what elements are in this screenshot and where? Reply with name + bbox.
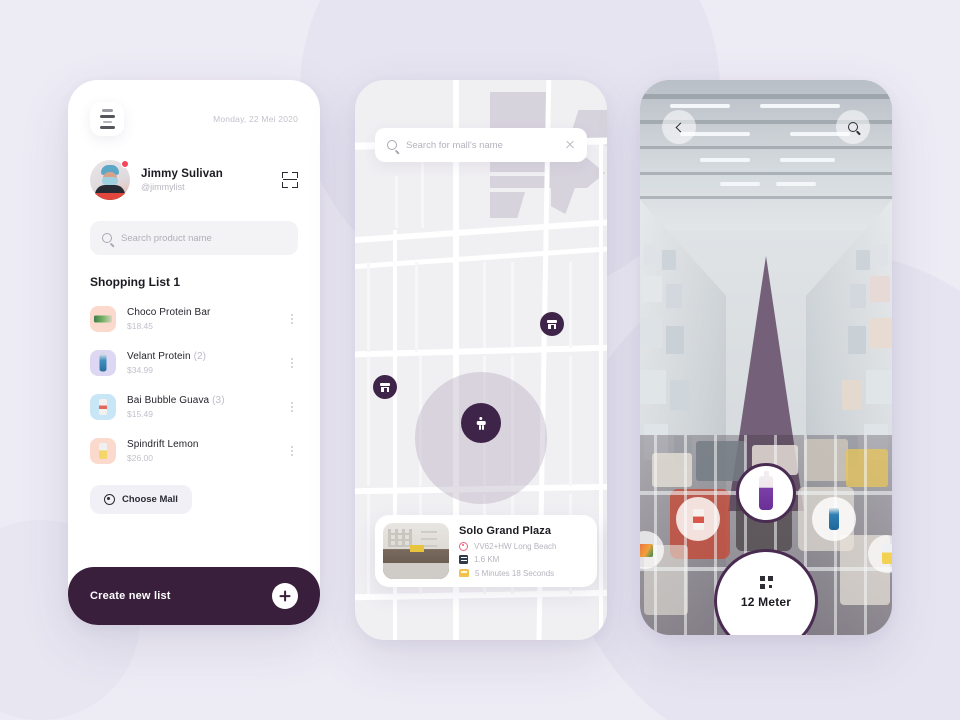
page-title: Shopping List 1	[90, 275, 180, 289]
ar-direction-chevron	[736, 332, 796, 354]
product-bubble-left[interactable]	[676, 497, 720, 541]
item-options-button[interactable]	[286, 357, 298, 369]
map-search-input[interactable]: Search for mall's name	[375, 128, 587, 162]
product-name: Spindrift Lemon	[127, 439, 199, 450]
product-thumbnail	[90, 438, 116, 464]
mall-photo	[383, 523, 449, 579]
status-dot	[121, 160, 129, 168]
list-item[interactable]: Choco Protein Bar $18.45	[90, 297, 298, 341]
ar-search-button[interactable]	[836, 110, 870, 144]
mall-duration: 5 Minutes 18 Seconds	[475, 568, 555, 578]
product-thumbnail	[90, 394, 116, 420]
product-price: $15.49	[127, 409, 153, 419]
product-name: Choco Protein Bar	[127, 307, 211, 318]
create-new-list-label: Create new list	[90, 590, 171, 602]
item-options-button[interactable]	[286, 313, 298, 325]
product-qty: (3)	[212, 395, 225, 406]
hamburger-menu-icon[interactable]	[90, 102, 124, 136]
search-icon	[102, 233, 112, 243]
location-icon	[459, 541, 468, 551]
user-name: Jimmy Sulivan	[141, 168, 223, 180]
product-name: Velant Protein	[127, 351, 191, 362]
list-item[interactable]: Spindrift Lemon $26.00	[90, 429, 298, 473]
map-canvas[interactable]: Search for mall's name Solo Grand Plaza …	[355, 80, 607, 640]
choose-mall-label: Choose Mall	[122, 494, 178, 505]
search-icon	[387, 140, 397, 150]
user-profile[interactable]: Jimmy Sulivan @jimmylist	[90, 160, 298, 200]
store-pin[interactable]	[540, 312, 564, 342]
route-icon	[459, 555, 468, 564]
distance-value: 12 Meter	[740, 595, 792, 609]
map-search-placeholder: Search for mall's name	[406, 139, 503, 151]
chevron-left-icon	[675, 122, 686, 132]
product-thumbnail	[90, 350, 116, 376]
search-placeholder: Search product name	[121, 232, 212, 244]
phone-shopping-list: Monday, 22 Mei 2020 Jimmy Sulivan @jimmy…	[68, 80, 320, 625]
create-new-list-bar[interactable]: Create new list	[68, 567, 320, 625]
product-qty: (2)	[193, 351, 207, 362]
list-header: Monday, 22 Mei 2020	[90, 102, 298, 136]
avatar[interactable]	[90, 160, 130, 200]
mall-name: Solo Grand Plaza	[459, 525, 552, 537]
ar-camera-view: 12 Meter	[640, 80, 892, 635]
choose-mall-button[interactable]: Choose Mall	[90, 485, 192, 514]
mall-distance: 1.6 KM	[474, 555, 500, 564]
scan-cart-icon	[759, 576, 773, 589]
mall-address: VV62+HW Long Beach	[474, 541, 557, 551]
search-input[interactable]: Search product name	[90, 221, 298, 255]
ar-direction-chevron	[724, 400, 808, 430]
main-product-bubble[interactable]	[736, 463, 796, 523]
mall-card[interactable]: Solo Grand Plaza VV62+HW Long Beach 1.6 …	[375, 515, 597, 587]
product-price: $26.00	[127, 453, 153, 463]
phone-map: Search for mall's name Solo Grand Plaza …	[355, 80, 607, 640]
list-item[interactable]: Bai Bubble Guava (3) $15.49	[90, 385, 298, 429]
store-ceiling	[640, 80, 892, 230]
scan-frame-icon[interactable]	[282, 172, 298, 188]
product-name: Bai Bubble Guava	[127, 395, 210, 406]
product-price: $34.99	[127, 365, 153, 375]
taxi-icon	[459, 569, 469, 577]
current-location-person-icon[interactable]	[461, 403, 501, 443]
product-price: $18.45	[127, 321, 153, 331]
shopping-items: Choco Protein Bar $18.45 Velant Protein …	[90, 297, 298, 473]
plus-icon[interactable]	[272, 583, 298, 609]
search-icon	[848, 122, 858, 132]
product-thumbnail	[90, 306, 116, 332]
back-button[interactable]	[662, 110, 696, 144]
phone-ar-navigation: 12 Meter	[640, 80, 892, 635]
list-item[interactable]: Velant Protein (2) $34.99	[90, 341, 298, 385]
item-options-button[interactable]	[286, 401, 298, 413]
close-icon[interactable]	[565, 140, 575, 150]
product-bubble-right[interactable]	[812, 497, 856, 541]
current-date: Monday, 22 Mei 2020	[213, 114, 298, 124]
user-handle: @jimmylist	[141, 182, 185, 192]
target-icon	[104, 494, 115, 505]
item-options-button[interactable]	[286, 445, 298, 457]
store-pin[interactable]	[373, 375, 397, 405]
ar-direction-chevron	[744, 280, 788, 296]
